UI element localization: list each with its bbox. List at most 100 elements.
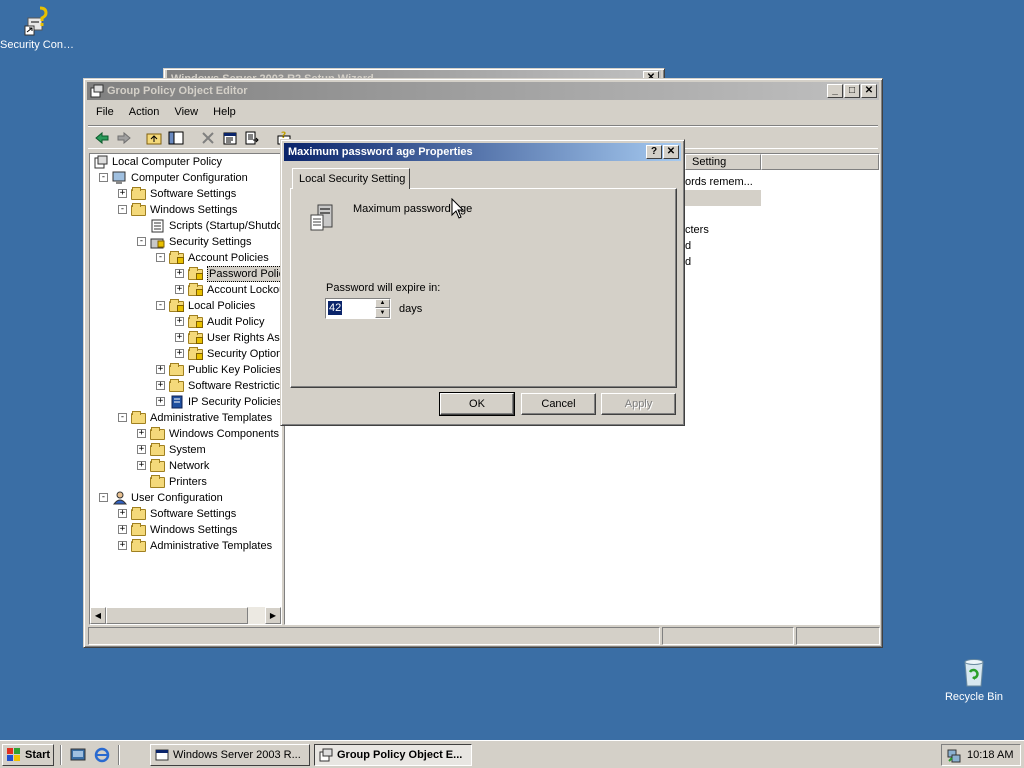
tree-item[interactable]: Scripts (Startup/Shutdo <box>90 218 281 234</box>
tree-item[interactable]: + Administrative Templates <box>90 538 281 554</box>
tree-item[interactable]: + Network <box>90 458 281 474</box>
tree-item[interactable]: + Password Polic <box>90 266 281 282</box>
expand-icon[interactable]: + <box>156 397 165 406</box>
clock[interactable]: 10:18 AM <box>967 748 1013 762</box>
tree-item[interactable]: - Administrative Templates <box>90 410 281 426</box>
back-arrow-icon[interactable] <box>94 130 110 146</box>
scroll-left-button[interactable]: ◀ <box>90 607 106 624</box>
expand-icon[interactable]: + <box>118 525 127 534</box>
tree-item[interactable]: - Windows Settings <box>90 202 281 218</box>
list-row[interactable] <box>685 206 761 222</box>
properties-icon[interactable] <box>222 130 238 146</box>
dialog-close-button[interactable]: ✕ <box>663 145 679 159</box>
task-windows-server-setup[interactable]: Windows Server 2003 R... <box>150 744 310 766</box>
tree-item[interactable]: + Account Lockou <box>90 282 281 298</box>
folder-icon <box>150 427 165 440</box>
collapse-icon[interactable]: - <box>137 237 146 246</box>
gpo-editor-titlebar[interactable]: Group Policy Object Editor _ □ ✕ <box>87 82 879 100</box>
network-tray-icon[interactable] <box>946 748 962 764</box>
expand-icon[interactable]: + <box>118 189 127 198</box>
tree-horizontal-scrollbar[interactable]: ◀ ▶ <box>90 607 281 624</box>
expand-icon[interactable]: + <box>175 349 184 358</box>
expire-days-input[interactable]: 42 <box>328 301 343 315</box>
close-button[interactable]: ✕ <box>861 84 877 98</box>
expand-icon[interactable]: + <box>175 317 184 326</box>
spin-down-button[interactable]: ▼ <box>375 308 390 318</box>
collapse-icon[interactable]: - <box>156 301 165 310</box>
ok-button[interactable]: OK <box>439 392 515 416</box>
tree-item[interactable]: - Security Settings <box>90 234 281 250</box>
list-row-selected[interactable] <box>685 190 761 206</box>
dialog-help-button[interactable]: ? <box>646 145 662 159</box>
expand-icon[interactable]: + <box>156 381 165 390</box>
desktop-icon-recycle-bin[interactable]: Recycle Bin <box>936 656 1012 704</box>
collapse-icon[interactable]: - <box>99 173 108 182</box>
menu-action[interactable]: Action <box>123 103 166 121</box>
quicklaunch-ie-icon[interactable] <box>94 747 110 763</box>
quicklaunch-show-desktop-icon[interactable] <box>70 747 86 763</box>
tree-item[interactable]: + Software Settings <box>90 186 281 202</box>
column-header-setting[interactable]: Setting <box>685 154 761 170</box>
expand-icon[interactable]: + <box>156 365 165 374</box>
list-row[interactable]: d <box>685 254 761 270</box>
tree-item-label: Windows Settings <box>150 204 238 216</box>
delete-icon[interactable] <box>200 130 216 146</box>
tree-item[interactable]: + Windows Components <box>90 426 281 442</box>
export-list-icon[interactable] <box>244 130 260 146</box>
properties-dialog[interactable]: Maximum password age Properties ? ✕ Loca… <box>280 139 685 426</box>
scroll-thumb[interactable] <box>106 607 248 624</box>
tree-item[interactable]: - User Configuration <box>90 490 281 506</box>
maximize-button[interactable]: □ <box>844 84 860 98</box>
tree-item[interactable]: - Local Policies <box>90 298 281 314</box>
spin-up-button[interactable]: ▲ <box>375 299 390 308</box>
tree-item[interactable]: + Security Option <box>90 346 281 362</box>
expand-icon[interactable]: + <box>175 333 184 342</box>
tree-pane[interactable]: Local Computer Policy - Computer Configura… <box>89 153 282 625</box>
list-row[interactable]: d <box>685 238 761 254</box>
collapse-icon[interactable]: - <box>118 205 127 214</box>
expand-icon[interactable]: + <box>175 269 184 278</box>
list-cell: d <box>685 240 692 252</box>
expand-icon[interactable]: + <box>137 445 146 454</box>
desktop-icon-security-configuration[interactable]: Security Configurati... <box>0 4 76 52</box>
tree-item[interactable]: Local Computer Policy <box>90 154 281 170</box>
dialog-titlebar[interactable]: Maximum password age Properties ? ✕ <box>284 143 681 161</box>
task-group-policy-editor[interactable]: Group Policy Object E... <box>314 744 472 766</box>
list-row[interactable]: ords remem... <box>685 174 761 190</box>
ipsec-icon <box>169 395 185 409</box>
collapse-icon[interactable]: - <box>118 413 127 422</box>
show-hide-tree-icon[interactable] <box>168 130 184 146</box>
tree-item[interactable]: + User Rights As <box>90 330 281 346</box>
minimize-button[interactable]: _ <box>827 84 843 98</box>
menu-view[interactable]: View <box>168 103 204 121</box>
forward-arrow-icon[interactable] <box>116 130 132 146</box>
expire-days-spinbox[interactable]: 42 ▲ ▼ <box>325 298 391 319</box>
expand-icon[interactable]: + <box>118 509 127 518</box>
apply-button[interactable]: Apply <box>601 393 676 415</box>
expand-icon[interactable]: + <box>137 429 146 438</box>
tree-item[interactable]: Printers <box>90 474 281 490</box>
expand-icon[interactable]: + <box>175 285 184 294</box>
menu-help[interactable]: Help <box>207 103 242 121</box>
list-row[interactable]: cters <box>685 222 761 238</box>
expand-icon[interactable]: + <box>118 541 127 550</box>
expand-icon[interactable]: + <box>137 461 146 470</box>
tree-item[interactable]: + Audit Policy <box>90 314 281 330</box>
tree-item[interactable]: + System <box>90 442 281 458</box>
tree-item[interactable]: + Software Settings <box>90 506 281 522</box>
tree-item[interactable]: + Public Key Policies <box>90 362 281 378</box>
tree-item[interactable]: + IP Security Policies <box>90 394 281 410</box>
tree-item[interactable]: + Software Restrictic <box>90 378 281 394</box>
collapse-icon[interactable]: - <box>99 493 108 502</box>
scroll-right-button[interactable]: ▶ <box>265 607 281 624</box>
cancel-button[interactable]: Cancel <box>521 393 596 415</box>
tree-item[interactable]: - Account Policies <box>90 250 281 266</box>
column-header-extra[interactable] <box>761 154 879 170</box>
tab-local-security-setting[interactable]: Local Security Setting <box>292 168 410 189</box>
up-level-icon[interactable] <box>146 130 162 146</box>
start-button[interactable]: Start <box>2 744 54 766</box>
collapse-icon[interactable]: - <box>156 253 165 262</box>
menu-file[interactable]: File <box>90 103 120 121</box>
tree-item[interactable]: - Computer Configuration <box>90 170 281 186</box>
tree-item[interactable]: + Windows Settings <box>90 522 281 538</box>
